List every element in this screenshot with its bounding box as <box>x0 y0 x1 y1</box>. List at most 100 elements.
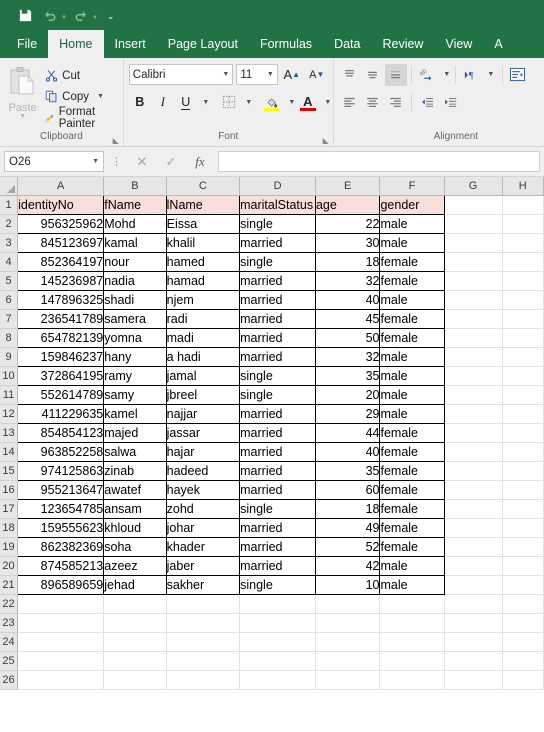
row-header-24[interactable]: 24 <box>0 632 19 652</box>
font-color-dropdown-icon[interactable]: ▼ <box>320 91 332 113</box>
cell-B15[interactable]: zinab <box>103 460 167 481</box>
cell-G21[interactable] <box>444 575 503 595</box>
cell-H19[interactable] <box>502 537 544 557</box>
table-row[interactable]: 2 956325962 Mohd Eissa single 22 male <box>0 213 544 234</box>
cell-G1[interactable] <box>444 195 503 215</box>
cell-C5[interactable]: hamad <box>165 270 241 291</box>
wrap-text-button[interactable] <box>507 64 529 86</box>
row-header-20[interactable]: 20 <box>0 556 19 576</box>
cell-F18[interactable]: female <box>379 517 445 538</box>
cell-F15[interactable]: female <box>379 460 445 481</box>
row-header-14[interactable]: 14 <box>0 442 19 462</box>
cell-C17[interactable]: zohd <box>165 498 241 519</box>
tab-home[interactable]: Home <box>48 30 104 58</box>
column-header-b[interactable]: B <box>103 177 167 196</box>
cell-D23[interactable] <box>239 613 316 633</box>
cell-C21[interactable]: sakher <box>165 574 241 595</box>
cell-C13[interactable]: jassar <box>165 422 241 443</box>
row-header-6[interactable]: 6 <box>0 290 19 310</box>
cell-B17[interactable]: ansam <box>103 498 167 519</box>
cell-H1[interactable] <box>502 195 544 215</box>
cell-B3[interactable]: kamal <box>103 232 167 253</box>
cell-E11[interactable]: 20 <box>314 384 381 405</box>
cell-B14[interactable]: salwa <box>103 441 167 462</box>
row-header-23[interactable]: 23 <box>0 613 19 633</box>
cell-F19[interactable]: female <box>379 536 445 557</box>
cell-F23[interactable] <box>379 613 445 633</box>
cell-D26[interactable] <box>239 670 316 690</box>
cell-G8[interactable] <box>444 328 503 348</box>
table-row[interactable]: 12 411229635 kamel najjar married 29 male <box>0 403 544 424</box>
cell-B21[interactable]: jehad <box>103 574 167 595</box>
undo-dropdown-icon[interactable]: ▼ <box>61 15 67 21</box>
cell-C2[interactable]: Eissa <box>165 213 241 234</box>
cell-C8[interactable]: madi <box>165 327 241 348</box>
cell-B26[interactable] <box>103 670 167 690</box>
cell-A26[interactable] <box>17 670 105 690</box>
table-row[interactable]: 3 845123697 kamal khalil married 30 male <box>0 232 544 253</box>
cell-H18[interactable] <box>502 518 544 538</box>
orientation-dropdown-icon[interactable]: ▼ <box>439 64 451 86</box>
cell-G25[interactable] <box>444 651 503 671</box>
cell-H14[interactable] <box>502 442 544 462</box>
cell-E4[interactable]: 18 <box>314 251 381 272</box>
cell-F12[interactable]: male <box>379 403 445 424</box>
cell-G3[interactable] <box>444 233 503 253</box>
cell-E10[interactable]: 35 <box>314 365 381 386</box>
cell-H13[interactable] <box>502 423 544 443</box>
cell-A23[interactable] <box>17 613 105 633</box>
row-header-5[interactable]: 5 <box>0 271 19 291</box>
cell-F11[interactable]: male <box>379 384 445 405</box>
column-header-a[interactable]: A <box>17 177 105 196</box>
cell-H22[interactable] <box>502 594 544 614</box>
font-size-dropdown-icon[interactable]: ▼ <box>267 71 274 78</box>
cell-G2[interactable] <box>444 214 503 234</box>
cell-E2[interactable]: 22 <box>314 213 381 234</box>
cell-F13[interactable]: female <box>379 422 445 443</box>
table-row[interactable]: 13 854854123 majed jassar married 44 female <box>0 422 544 443</box>
cell-G17[interactable] <box>444 499 503 519</box>
row-header-26[interactable]: 26 <box>0 670 19 690</box>
cell-H17[interactable] <box>502 499 544 519</box>
cell-D18[interactable]: married <box>239 517 316 538</box>
cell-G12[interactable] <box>444 404 503 424</box>
cell-A6[interactable]: 147896325 <box>17 289 105 310</box>
column-header-g[interactable]: G <box>444 177 503 196</box>
cell-G14[interactable] <box>444 442 503 462</box>
redo-icon[interactable] <box>70 4 92 26</box>
cell-B4[interactable]: nour <box>103 251 167 272</box>
cell-H24[interactable] <box>502 632 544 652</box>
tab-view[interactable]: View <box>434 30 483 58</box>
align-top-button[interactable] <box>339 64 361 86</box>
cell-G16[interactable] <box>444 480 503 500</box>
cell-C11[interactable]: jbreel <box>165 384 241 405</box>
row-header-15[interactable]: 15 <box>0 461 19 481</box>
cell-D12[interactable]: married <box>239 403 316 424</box>
align-right-button[interactable] <box>385 91 407 113</box>
tab-insert[interactable]: Insert <box>104 30 157 58</box>
cell-A16[interactable]: 955213647 <box>17 479 105 500</box>
cell-A15[interactable]: 974125863 <box>17 460 105 481</box>
cell-E20[interactable]: 42 <box>314 555 381 576</box>
cell-A25[interactable] <box>17 651 105 671</box>
cell-H5[interactable] <box>502 271 544 291</box>
table-row[interactable]: 8 654782139 yomna madi married 50 female <box>0 327 544 348</box>
table-row[interactable]: 25 <box>0 651 544 671</box>
cell-C24[interactable] <box>166 632 241 652</box>
cell-E6[interactable]: 40 <box>314 289 381 310</box>
row-header-9[interactable]: 9 <box>0 347 19 367</box>
cell-A2[interactable]: 956325962 <box>17 213 105 234</box>
cell-C3[interactable]: khalil <box>165 232 241 253</box>
fill-color-button[interactable] <box>261 91 283 113</box>
font-color-button[interactable]: A <box>297 91 319 113</box>
row-header-21[interactable]: 21 <box>0 575 19 595</box>
tab-file[interactable]: File <box>6 30 48 58</box>
cell-F6[interactable]: male <box>379 289 445 310</box>
redo-dropdown-icon[interactable]: ▼ <box>92 15 98 21</box>
cell-B18[interactable]: khloud <box>103 517 167 538</box>
align-bottom-button[interactable] <box>384 63 407 86</box>
cell-D13[interactable]: married <box>239 422 316 443</box>
cell-C12[interactable]: najjar <box>165 403 241 424</box>
font-size-input[interactable]: 11 ▼ <box>236 64 278 85</box>
undo-icon[interactable] <box>39 4 61 26</box>
